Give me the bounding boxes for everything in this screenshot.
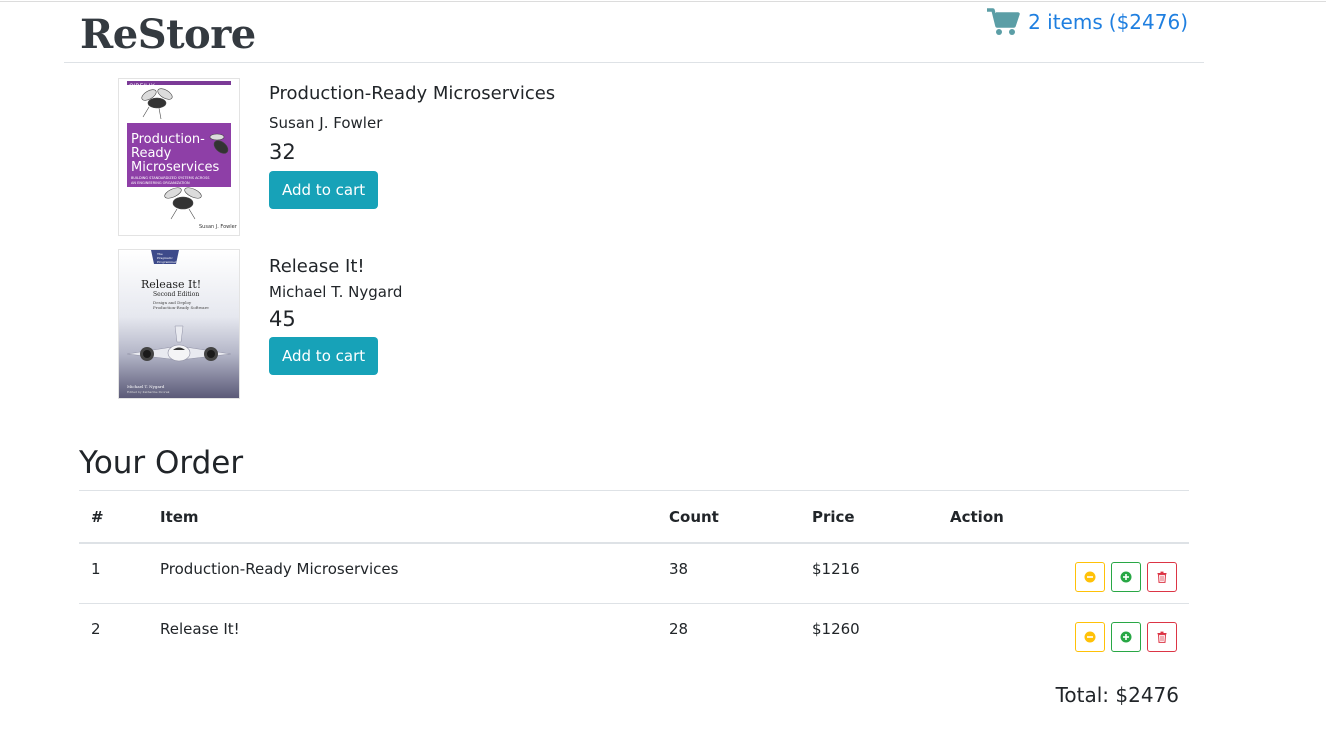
- trash-icon: [1157, 631, 1167, 643]
- row-actions: [949, 543, 1189, 603]
- cover-publisher: O'REILLY: [129, 83, 155, 90]
- plus-circle-icon: [1120, 571, 1132, 583]
- add-to-cart-button[interactable]: Add to cart: [269, 337, 379, 375]
- row-number: 1: [91, 560, 101, 578]
- cover-editor: Edited by Katharine Dvorak: [127, 390, 170, 394]
- minus-circle-icon: [1084, 571, 1096, 583]
- plus-circle-icon: [1120, 631, 1132, 642]
- minus-circle-icon: [1084, 631, 1096, 642]
- book-price: 45: [269, 307, 296, 331]
- order-heading: Your Order: [79, 445, 244, 481]
- row-count: 38: [669, 560, 689, 578]
- table-row: 1 Production-Ready Microservices 38 $121…: [79, 543, 1189, 603]
- cart-item-count: 2 items: [1028, 10, 1103, 34]
- book-author: Susan J. Fowler: [269, 114, 383, 132]
- decrease-quantity-button[interactable]: [1075, 562, 1105, 592]
- row-actions: [949, 602, 1189, 663]
- cover-title-line: Production-: [131, 132, 205, 147]
- shopping-cart-icon: [987, 8, 1020, 35]
- book-details: Release It! Michael T. Nygard 45 Add to …: [269, 250, 402, 398]
- row-count: 28: [668, 602, 811, 663]
- app-logo[interactable]: ReStore: [80, 10, 256, 60]
- row-item: Release It!: [159, 602, 668, 663]
- table-row: 2 Release It! 28 $1260: [79, 602, 1189, 663]
- book-title[interactable]: Release It!: [269, 256, 402, 277]
- decrease-quantity-button[interactable]: [1075, 621, 1105, 652]
- cover-title: Release It!: [141, 278, 201, 291]
- book-author: Michael T. Nygard: [269, 283, 403, 301]
- book-cover-image: O'REILLY Production- Ready Microservices…: [119, 79, 239, 235]
- row-price: $1260: [811, 602, 949, 663]
- table-header-row: # Item Count Price Action: [79, 490, 1189, 544]
- trash-icon: [1157, 571, 1167, 583]
- row-item: Production-Ready Microservices: [160, 560, 399, 578]
- cover-publisher-line: Programmers: [157, 260, 178, 264]
- book-title[interactable]: Production-Ready Microservices: [269, 83, 555, 104]
- delete-item-button[interactable]: [1147, 562, 1177, 592]
- book-cover-image: The Pragmatic Programmers Release It! Se…: [119, 250, 239, 398]
- cart-total: ($2476): [1108, 10, 1188, 34]
- cover-subtitle-line: BUILDING STANDARDIZED SYSTEMS ACROSS: [131, 176, 210, 180]
- column-header-action: Action: [949, 490, 1189, 544]
- book-list-item: The Pragmatic Programmers Release It! Se…: [119, 250, 402, 398]
- row-price: $1216: [812, 560, 860, 578]
- order-total: Total: $2476: [1055, 683, 1179, 707]
- delete-item-button[interactable]: [1147, 621, 1177, 652]
- cover-title-line: Ready: [131, 146, 172, 161]
- column-header-number: #: [79, 490, 159, 544]
- app-header: ReStore 2 items ($2476): [64, 2, 1204, 63]
- column-header-item: Item: [159, 490, 668, 544]
- row-number: 2: [79, 602, 159, 663]
- cover-edition: Second Edition: [153, 291, 199, 298]
- column-header-price: Price: [811, 490, 949, 544]
- cover-subtitle-line: AN ENGINEERING ORGANIZATION: [131, 181, 190, 185]
- cart-summary-link[interactable]: 2 items ($2476): [986, 7, 1188, 37]
- increase-quantity-button[interactable]: [1111, 621, 1141, 652]
- cover-subtitle-line: Production-Ready Software: [153, 305, 209, 310]
- book-list-item: O'REILLY Production- Ready Microservices…: [119, 79, 555, 235]
- book-price: 32: [269, 140, 296, 164]
- order-table: # Item Count Price Action 1 Production-R…: [79, 490, 1189, 663]
- column-header-count: Count: [668, 490, 811, 544]
- increase-quantity-button[interactable]: [1111, 562, 1141, 592]
- add-to-cart-button[interactable]: Add to cart: [269, 171, 379, 209]
- cover-title-line: Microservices: [131, 160, 220, 175]
- book-details: Production-Ready Microservices Susan J. …: [269, 79, 555, 235]
- cover-author: Susan J. Fowler: [199, 224, 238, 230]
- cover-author: Michael T. Nygard: [127, 384, 165, 389]
